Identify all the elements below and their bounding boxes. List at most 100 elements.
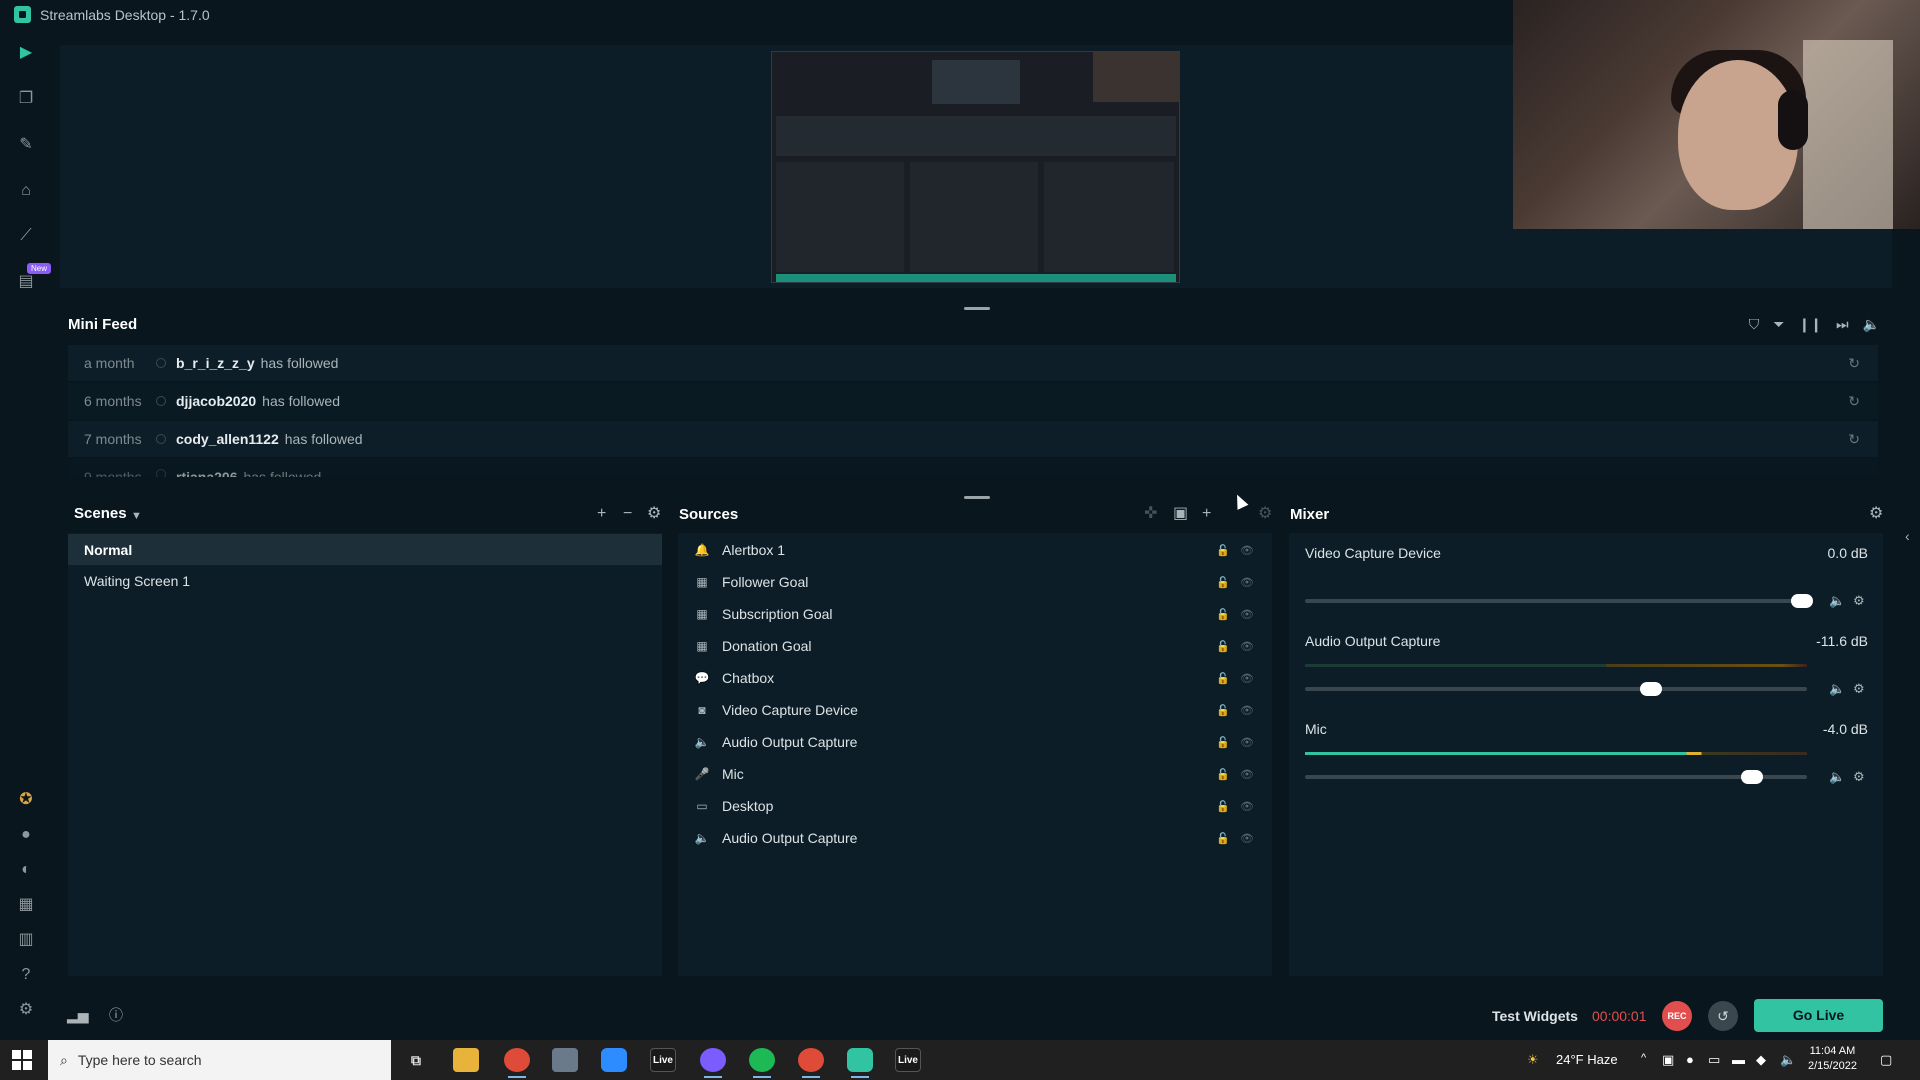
volume-slider-knob[interactable] [1790,594,1813,608]
taskbar-clock[interactable]: 11:04 AM 2/15/2022 [1808,1044,1857,1074]
visibility-eye-icon[interactable]: 👁 [1240,800,1254,813]
lock-icon[interactable]: 🔓 [1216,576,1230,589]
store-icon[interactable]: ⌂ [16,181,36,201]
resize-handle[interactable] [964,496,990,499]
layout-icon[interactable]: ❐ [16,89,36,109]
source-item[interactable]: 💬 Chatbox 🔓 👁 [678,662,1272,694]
notifications-icon[interactable]: ▢ [1880,1052,1892,1068]
cloudbot-icon[interactable]: ● [16,825,36,845]
file-explorer-icon[interactable] [453,1048,479,1072]
dropbox-icon[interactable]: ◆ [1756,1052,1766,1068]
photos-icon[interactable] [552,1048,578,1072]
remove-scene-icon[interactable]: − [623,506,632,522]
visibility-eye-icon[interactable]: 👁 [1240,768,1254,781]
replay-icon[interactable]: ↻ [1848,355,1860,372]
microphone-icon[interactable]: ● [1686,1052,1694,1067]
tray-display-icon[interactable]: ▬ [1732,1052,1745,1067]
source-item[interactable]: ◙ Video Capture Device 🔓 👁 [678,694,1272,726]
speaker-icon[interactable]: 🔈 [1829,769,1845,785]
windows-start-icon[interactable] [12,1050,32,1070]
streamlabs-taskbar-icon[interactable] [847,1048,873,1078]
chevron-down-icon[interactable]: ▼ [131,508,142,524]
source-item[interactable]: ▦ Follower Goal 🔓 👁 [678,566,1272,598]
themes-icon[interactable]: ✎ [16,135,36,155]
volume-slider-knob[interactable] [1740,770,1763,784]
lock-icon[interactable]: 🔓 [1216,768,1230,781]
source-settings-gear-icon[interactable]: ⚙ [1258,506,1272,522]
source-item[interactable]: ▦ Subscription Goal 🔓 👁 [678,598,1272,630]
pause-icon[interactable]: ❙❙ [1798,316,1821,333]
mixer-settings-gear-icon[interactable]: ⚙ [1869,506,1883,522]
visibility-eye-icon[interactable]: 👁 [1240,704,1254,717]
lock-icon[interactable]: 🔓 [1216,736,1230,749]
settings-gear-icon[interactable]: ⚙ [16,1000,36,1020]
visibility-eye-icon[interactable]: 👁 [1240,576,1254,589]
performance-chart-icon[interactable]: ▂▅ [67,1007,89,1023]
channel-gear-icon[interactable]: ⚙ [1853,593,1865,609]
source-item[interactable]: 🎤 Mic 🔓 👁 [678,758,1272,790]
volume-slider[interactable] [1305,594,1813,608]
chrome-profile-icon[interactable] [798,1048,824,1078]
chat-icon[interactable]: ◐ [16,860,36,880]
weather-icon[interactable]: ☀ [1527,1052,1539,1068]
source-item[interactable]: 🔈 Audio Output Capture 🔓 👁 [678,726,1272,758]
lock-icon[interactable]: 🔓 [1216,544,1230,557]
library-icon[interactable]: ▥ [16,930,36,950]
source-item[interactable]: ▭ Desktop 🔓 👁 [678,790,1272,822]
scene-item[interactable]: Normal [68,534,662,565]
scenes-title[interactable]: Scenes [74,505,127,522]
spotify-icon[interactable] [749,1048,775,1078]
visibility-eye-icon[interactable]: 👁 [1240,608,1254,621]
skip-icon[interactable]: ⏭ [1836,316,1849,333]
volume-slider[interactable] [1305,770,1807,784]
resize-handle[interactable] [964,307,990,310]
editor-icon[interactable]: ▶ [16,43,36,63]
visibility-eye-icon[interactable]: 👁 [1240,832,1254,845]
tray-app-icon[interactable]: ▣ [1662,1052,1674,1068]
lock-icon[interactable]: 🔓 [1216,704,1230,717]
speaker-icon[interactable]: 🔈 [1829,681,1845,697]
channel-gear-icon[interactable]: ⚙ [1853,681,1865,697]
task-view-icon[interactable]: ⧉ [403,1048,429,1072]
visibility-eye-icon[interactable]: 👁 [1240,544,1254,557]
volume-slider-knob[interactable] [1640,682,1663,696]
source-item[interactable]: 🔈 Audio Output Capture 🔓 👁 [678,822,1272,854]
scene-transition-icon[interactable]: ✜ [1144,506,1157,522]
chrome-icon[interactable] [504,1048,530,1078]
visibility-eye-icon[interactable]: 👁 [1240,640,1254,653]
dashboard-icon[interactable]: ⟋ [16,226,36,246]
add-source-icon[interactable]: + [1202,506,1211,522]
taskbar-search[interactable]: ⌕ Type here to search [48,1040,391,1080]
speaker-icon[interactable]: 🔈 [1829,593,1845,609]
replay-buffer-icon[interactable]: ↺ [1708,1001,1738,1031]
volume-tray-icon[interactable]: 🔈 [1780,1052,1796,1068]
go-live-button[interactable]: Go Live [1754,999,1883,1032]
volume-icon[interactable]: 🔈 [1863,316,1880,333]
chevron-left-icon[interactable]: ‹ [1905,528,1910,544]
prime-icon[interactable]: ✪ [16,790,36,810]
record-button[interactable]: REC [1662,1001,1692,1031]
messenger-icon[interactable] [700,1048,726,1078]
lock-icon[interactable]: 🔓 [1216,800,1230,813]
live-app-icon[interactable]: Live [650,1048,676,1072]
zoom-icon[interactable] [601,1048,627,1072]
replay-icon[interactable]: ↻ [1848,431,1860,448]
volume-slider[interactable] [1305,682,1807,696]
add-folder-icon[interactable]: ▣ [1173,506,1188,522]
source-item[interactable]: ▦ Donation Goal 🔓 👁 [678,630,1272,662]
weather-text[interactable]: 24°F Haze [1556,1052,1618,1067]
add-scene-icon[interactable]: + [597,506,606,522]
tray-chevron-up-icon[interactable]: ^ [1641,1052,1646,1064]
highlighter-icon[interactable]: ▤ [16,272,36,292]
scene-settings-gear-icon[interactable]: ⚙ [647,506,661,522]
lock-icon[interactable]: 🔓 [1216,672,1230,685]
visibility-eye-icon[interactable]: 👁 [1240,672,1254,685]
live-app-icon[interactable]: Live [895,1048,921,1072]
lock-icon[interactable]: 🔓 [1216,832,1230,845]
visibility-eye-icon[interactable]: 👁 [1240,736,1254,749]
info-icon[interactable]: ⓘ [109,1007,123,1023]
shield-icon[interactable]: ⛉ [1749,316,1760,333]
channel-gear-icon[interactable]: ⚙ [1853,769,1865,785]
lock-icon[interactable]: 🔓 [1216,608,1230,621]
apps-icon[interactable]: ▦ [16,895,36,915]
